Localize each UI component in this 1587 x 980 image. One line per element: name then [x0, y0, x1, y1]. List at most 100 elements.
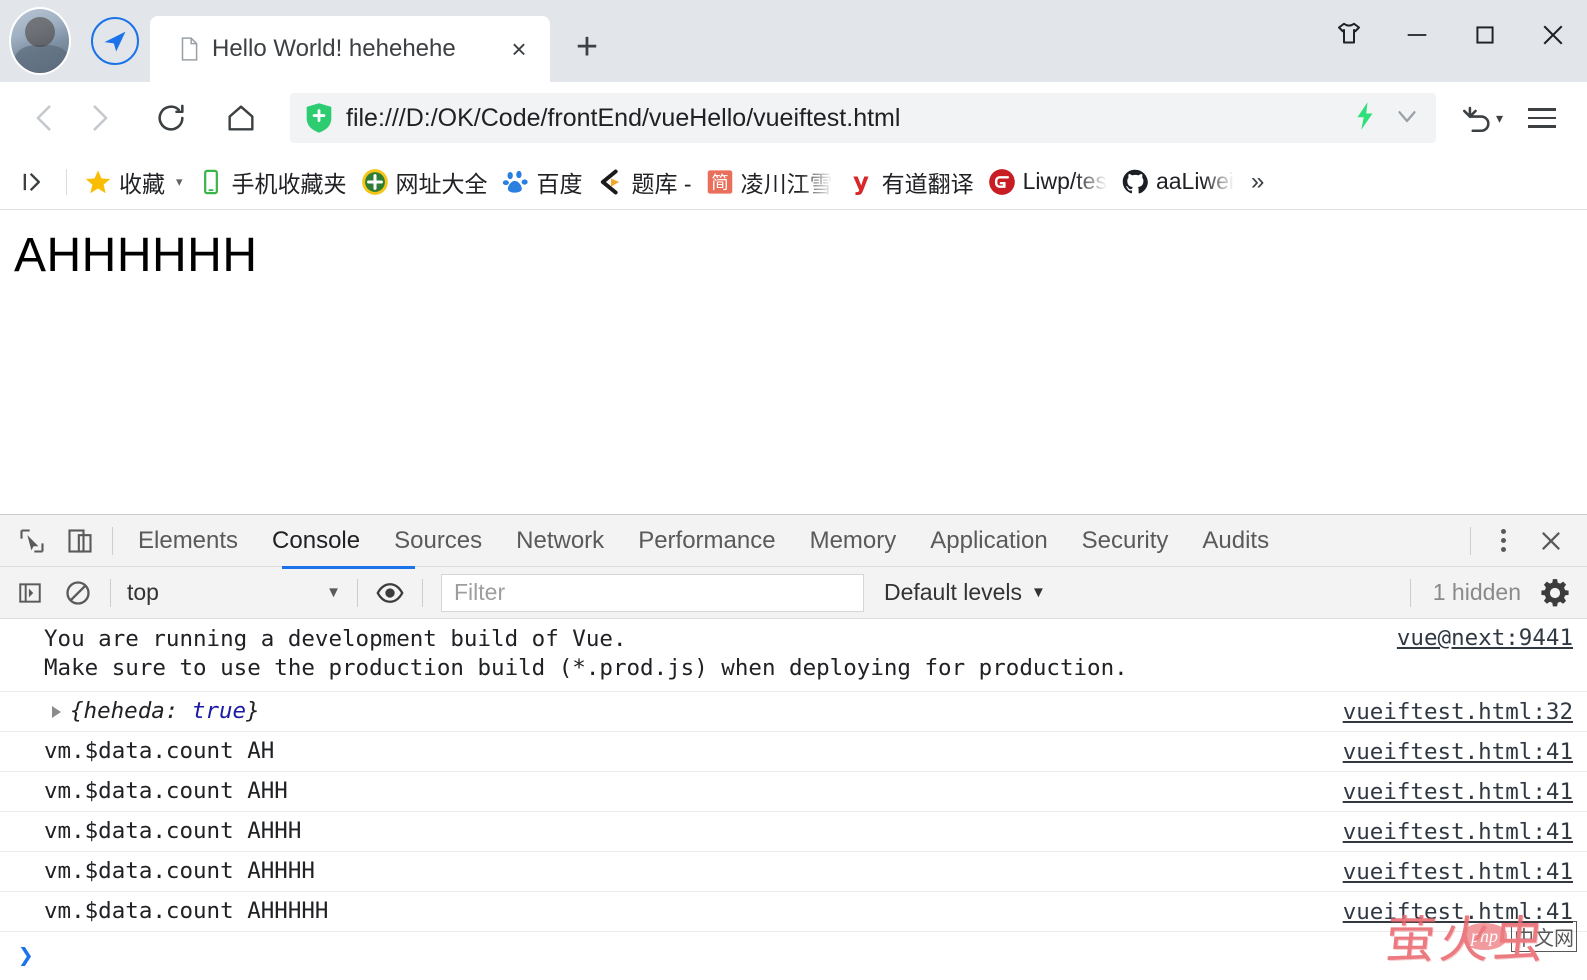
- minimize-button[interactable]: [1383, 0, 1451, 70]
- lightning-icon[interactable]: [1352, 101, 1378, 136]
- tab-hello-world[interactable]: Hello World! hehehehe ×: [150, 16, 550, 82]
- bookmark-item-hao123[interactable]: 网址大全: [354, 162, 495, 202]
- bookmark-item-baidu[interactable]: 百度: [495, 162, 590, 202]
- console-source-link[interactable]: vueiftest.html:41: [1323, 819, 1573, 845]
- browser-logo-button[interactable]: [80, 0, 150, 82]
- clear-console-icon[interactable]: [54, 569, 102, 617]
- console-bool-value: true: [191, 698, 247, 724]
- reload-icon[interactable]: [144, 91, 198, 145]
- console-filter-input[interactable]: Filter: [441, 573, 864, 612]
- bookmark-apps-icon[interactable]: [10, 168, 56, 196]
- console-message-text: vm.$data.count AHHHH: [44, 858, 315, 884]
- bookmark-item-mobile-favorites[interactable]: 手机收藏夹: [190, 162, 354, 202]
- menu-icon[interactable]: [1515, 91, 1569, 145]
- bookmark-label: 收藏: [119, 170, 165, 197]
- console-message-row[interactable]: {heheda: true} vueiftest.html:32: [0, 692, 1587, 732]
- bookmark-label: 手机收藏夹: [231, 170, 347, 197]
- devtools-divider: [1470, 526, 1471, 555]
- browser-toolbar: file:///D:/OK/Code/frontEnd/vueHello/vue…: [0, 82, 1587, 154]
- chevron-down-icon: ▼: [1031, 584, 1046, 601]
- console-filter-bar: top ▼ Filter Default levels ▼ 1 hidden: [0, 566, 1587, 619]
- settings-gear-icon[interactable]: [1535, 573, 1575, 613]
- devtools-tab-elements[interactable]: Elements: [121, 515, 255, 567]
- bookmark-item-tiku[interactable]: 题库 -: [590, 162, 699, 202]
- browser-window: Hello World! hehehehe × + file:///D:/OK/…: [0, 0, 1587, 980]
- console-levels-select[interactable]: Default levels ▼: [874, 579, 1056, 606]
- console-message-row[interactable]: You are running a development build of V…: [0, 619, 1587, 692]
- user-avatar-button[interactable]: [0, 0, 80, 82]
- console-source-link[interactable]: vueiftest.html:41: [1323, 739, 1573, 765]
- bookmark-item-jianshu[interactable]: 简 凌川江雪: [699, 162, 840, 202]
- console-message-text: vm.$data.count AHH: [44, 778, 288, 804]
- bookmarks-bar: 收藏 ▾ 手机收藏夹 网址大全 百度 题库 - 简 凌川江雪 y 有道翻译 Li…: [0, 154, 1587, 210]
- console-prompt[interactable]: ❯: [0, 932, 1587, 980]
- console-context-select[interactable]: top ▼: [119, 573, 349, 613]
- console-source-link[interactable]: vueiftest.html:41: [1323, 779, 1573, 805]
- back-icon[interactable]: [18, 91, 72, 145]
- undo-caret-icon[interactable]: ▾: [1496, 110, 1503, 127]
- jianshu-icon: 简: [706, 168, 734, 196]
- console-message-text: {heheda: true}: [70, 698, 260, 724]
- forward-icon[interactable]: [72, 91, 126, 145]
- filterbar-divider: [422, 578, 423, 607]
- console-message-row[interactable]: vm.$data.count AHHHHH vueiftest.html:41: [0, 892, 1587, 932]
- devtools-tab-performance[interactable]: Performance: [621, 515, 792, 567]
- console-message-row[interactable]: vm.$data.count AHHHH vueiftest.html:41: [0, 852, 1587, 892]
- console-context-value: top: [127, 579, 159, 605]
- console-message-text: vm.$data.count AH: [44, 738, 275, 764]
- console-message-text: vm.$data.count AHHH: [44, 818, 302, 844]
- address-bar[interactable]: file:///D:/OK/Code/frontEnd/vueHello/vue…: [290, 93, 1436, 143]
- chevron-down-icon: ▼: [326, 584, 341, 601]
- close-button[interactable]: [1519, 0, 1587, 70]
- disclosure-triangle-icon[interactable]: [52, 705, 61, 718]
- bookmarks-overflow-icon[interactable]: »: [1241, 168, 1274, 196]
- maximize-button[interactable]: [1451, 0, 1519, 70]
- devtools-close-icon[interactable]: [1527, 517, 1575, 565]
- console-sidebar-toggle-icon[interactable]: [6, 569, 54, 617]
- console-source-link[interactable]: vueiftest.html:32: [1323, 699, 1573, 725]
- device-toolbar-icon[interactable]: [56, 517, 104, 565]
- gitee-icon: [988, 168, 1016, 196]
- devtools-panel: Elements Console Sources Network Perform…: [0, 514, 1587, 980]
- devtools-tab-security[interactable]: Security: [1065, 515, 1186, 567]
- console-hidden-count[interactable]: 1 hidden: [1419, 579, 1535, 606]
- navigator-icon: [91, 17, 139, 65]
- devtools-tab-memory[interactable]: Memory: [793, 515, 914, 567]
- devtools-tab-sources[interactable]: Sources: [377, 515, 499, 567]
- skin-icon[interactable]: [1315, 0, 1383, 70]
- devtools-more-icon[interactable]: [1479, 517, 1527, 565]
- page-heading: AHHHHHH: [14, 229, 258, 282]
- bookmark-item-github[interactable]: aaLiwei: [1114, 162, 1241, 202]
- home-icon[interactable]: [214, 91, 268, 145]
- page-file-icon: [176, 36, 202, 62]
- devtools-tab-console[interactable]: Console: [255, 515, 377, 567]
- devtools-tab-application[interactable]: Application: [913, 515, 1064, 567]
- console-source-link[interactable]: vueiftest.html:41: [1323, 859, 1573, 885]
- console-output[interactable]: You are running a development build of V…: [0, 619, 1587, 980]
- bookmark-item-gitee[interactable]: Liwp/tes: [981, 162, 1114, 202]
- chevron-down-icon[interactable]: [1392, 101, 1422, 136]
- console-source-link[interactable]: vueiftest.html:41: [1323, 899, 1573, 925]
- devtools-tab-network[interactable]: Network: [499, 515, 621, 567]
- youdao-icon: y: [847, 167, 875, 196]
- chevron-down-icon[interactable]: ▾: [176, 174, 183, 190]
- live-expression-eye-icon[interactable]: [366, 569, 414, 617]
- console-source-link[interactable]: vue@next:9441: [1377, 625, 1573, 651]
- bookmark-item-favorites[interactable]: 收藏 ▾: [77, 162, 190, 202]
- tiku-icon: [597, 168, 625, 196]
- inspect-element-icon[interactable]: [8, 517, 56, 565]
- svg-text:简: 简: [711, 173, 729, 193]
- avatar: [9, 7, 71, 75]
- console-message-row[interactable]: vm.$data.count AHH vueiftest.html:41: [0, 772, 1587, 812]
- tab-close-icon[interactable]: ×: [502, 32, 536, 66]
- hao123-icon: [361, 168, 389, 196]
- console-levels-value: Default levels: [883, 579, 1023, 605]
- prompt-caret-icon: ❯: [18, 941, 34, 971]
- window-controls: [1315, 0, 1587, 70]
- console-message-row[interactable]: vm.$data.count AHHH vueiftest.html:41: [0, 812, 1587, 852]
- devtools-tab-audits[interactable]: Audits: [1185, 515, 1286, 567]
- new-tab-button[interactable]: +: [558, 18, 616, 76]
- console-message-text: You are running a development build of V…: [44, 626, 1128, 681]
- bookmark-item-youdao[interactable]: y 有道翻译: [840, 162, 981, 202]
- console-message-row[interactable]: vm.$data.count AH vueiftest.html:41: [0, 732, 1587, 772]
